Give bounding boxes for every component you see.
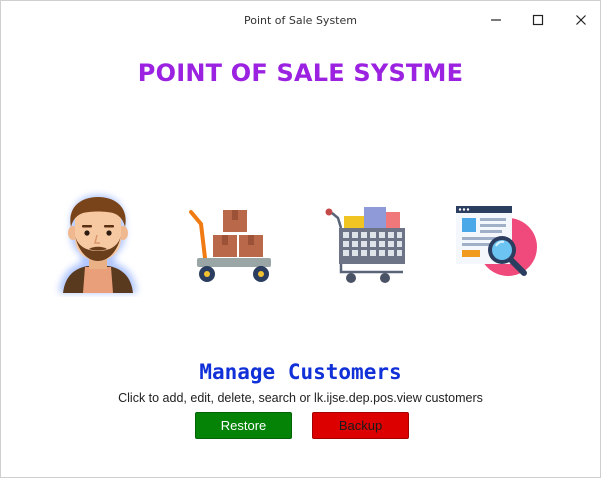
- hand-truck-boxes-icon: [189, 210, 271, 282]
- close-icon: [576, 15, 586, 25]
- section-description: Click to add, edit, delete, search or lk…: [118, 391, 483, 405]
- manage-orders-tile[interactable]: [319, 204, 409, 288]
- shopping-cart-icon: [325, 207, 405, 283]
- minimize-icon: [491, 19, 501, 21]
- maximize-icon: [532, 14, 544, 26]
- manage-items-tile[interactable]: [187, 206, 273, 286]
- section-title: Manage Customers: [199, 360, 402, 384]
- app-title: POINT OF SALE SYSTME: [137, 59, 464, 87]
- web-page-search-icon: [456, 206, 537, 276]
- window-titlebar[interactable]: Point of Sale System: [1, 1, 600, 39]
- search-tile[interactable]: [454, 204, 540, 288]
- minimize-button[interactable]: [486, 11, 506, 29]
- window-title: Point of Sale System: [244, 14, 357, 27]
- maximize-button[interactable]: [528, 11, 548, 29]
- pos-window: Point of Sale System POINT OF SALE SYSTM…: [0, 0, 601, 478]
- backup-button[interactable]: Backup: [312, 412, 409, 439]
- manage-customers-tile[interactable]: [51, 189, 145, 297]
- customer-avatar-icon: [59, 195, 137, 293]
- restore-button[interactable]: Restore: [195, 412, 292, 439]
- close-button[interactable]: [571, 11, 591, 29]
